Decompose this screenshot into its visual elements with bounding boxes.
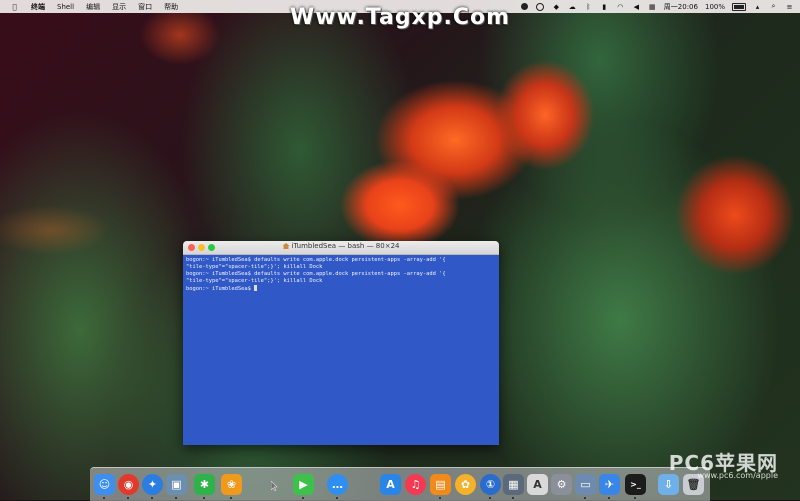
watermark-bottom-url: www.pc6.com/apple: [697, 471, 778, 480]
airdrop-icon[interactable]: ✈: [599, 474, 620, 495]
home-folder-icon: [282, 243, 290, 249]
xmind-icon[interactable]: ✱: [194, 474, 215, 495]
terminal-prompt-line: bogon:~ iTumbledSea$: [186, 285, 496, 293]
screenshot-icon[interactable]: ▭: [575, 474, 596, 495]
running-indicator: [302, 497, 304, 499]
watermark-top: Www.Tagxp.Com: [289, 5, 511, 30]
dock: ☺ ◉ ✦ ▣ ✱ ❀ ▶… A ♫ ▤ ✿ ① ▦ A ⚙ ▭ ✈ >_ ⇩ 🗑: [90, 467, 710, 501]
running-indicator: [489, 497, 491, 499]
photos-icon[interactable]: ✿: [455, 474, 476, 495]
terminal-icon[interactable]: >_: [625, 474, 646, 495]
downloads-folder-icon[interactable]: ⇩: [658, 474, 679, 495]
font-book-icon[interactable]: A: [527, 474, 548, 495]
terminal-line: "tile-type"="spacer-tile";}'; killall Do…: [186, 264, 323, 270]
ibooks-icon[interactable]: ▤: [430, 474, 451, 495]
preview-icon[interactable]: ▣: [166, 474, 187, 495]
music-icon[interactable]: ♫: [405, 474, 426, 495]
running-indicator: [512, 497, 514, 499]
finder-icon[interactable]: ☺: [94, 474, 115, 495]
safari-icon[interactable]: ✦: [142, 474, 163, 495]
running-indicator: [584, 497, 586, 499]
running-indicator: [336, 497, 338, 499]
window-title: iTumbledSea — bash — 80×24: [183, 242, 499, 250]
window-title-text: iTumbledSea — bash — 80×24: [291, 242, 400, 250]
running-indicator: [103, 497, 105, 499]
terminal-content[interactable]: bogon:~ iTumbledSea$ defaults write com.…: [183, 255, 499, 445]
chrome-icon[interactable]: ◉: [118, 474, 139, 495]
running-indicator: [634, 497, 636, 499]
1password-icon[interactable]: ①: [480, 474, 501, 495]
terminal-line: bogon:~ iTumbledSea$ defaults write com.…: [186, 271, 446, 277]
running-indicator: [608, 497, 610, 499]
terminal-window[interactable]: iTumbledSea — bash — 80×24 bogon:~ iTumb…: [183, 241, 499, 445]
running-indicator: [151, 497, 153, 499]
system-preferences-icon[interactable]: ⚙: [551, 474, 572, 495]
terminal-prompt: bogon:~ iTumbledSea$: [186, 286, 255, 292]
running-indicator: [127, 497, 129, 499]
app-store-icon[interactable]: A: [380, 474, 401, 495]
photo-slideshow-icon[interactable]: ▦: [503, 474, 524, 495]
running-indicator: [230, 497, 232, 499]
running-indicator: [203, 497, 205, 499]
running-indicator: [439, 497, 441, 499]
messages-icon[interactable]: …: [327, 474, 348, 495]
running-indicator: [175, 497, 177, 499]
terminal-line: "tile-type"="spacer-tile";}'; killall Do…: [186, 278, 323, 284]
window-titlebar[interactable]: iTumbledSea — bash — 80×24: [183, 241, 499, 255]
terminal-line: bogon:~ iTumbledSea$ defaults write com.…: [186, 257, 446, 263]
butterfly-icon[interactable]: ❀: [221, 474, 242, 495]
facetime-icon[interactable]: ▶: [293, 474, 314, 495]
text-cursor: [254, 285, 258, 291]
